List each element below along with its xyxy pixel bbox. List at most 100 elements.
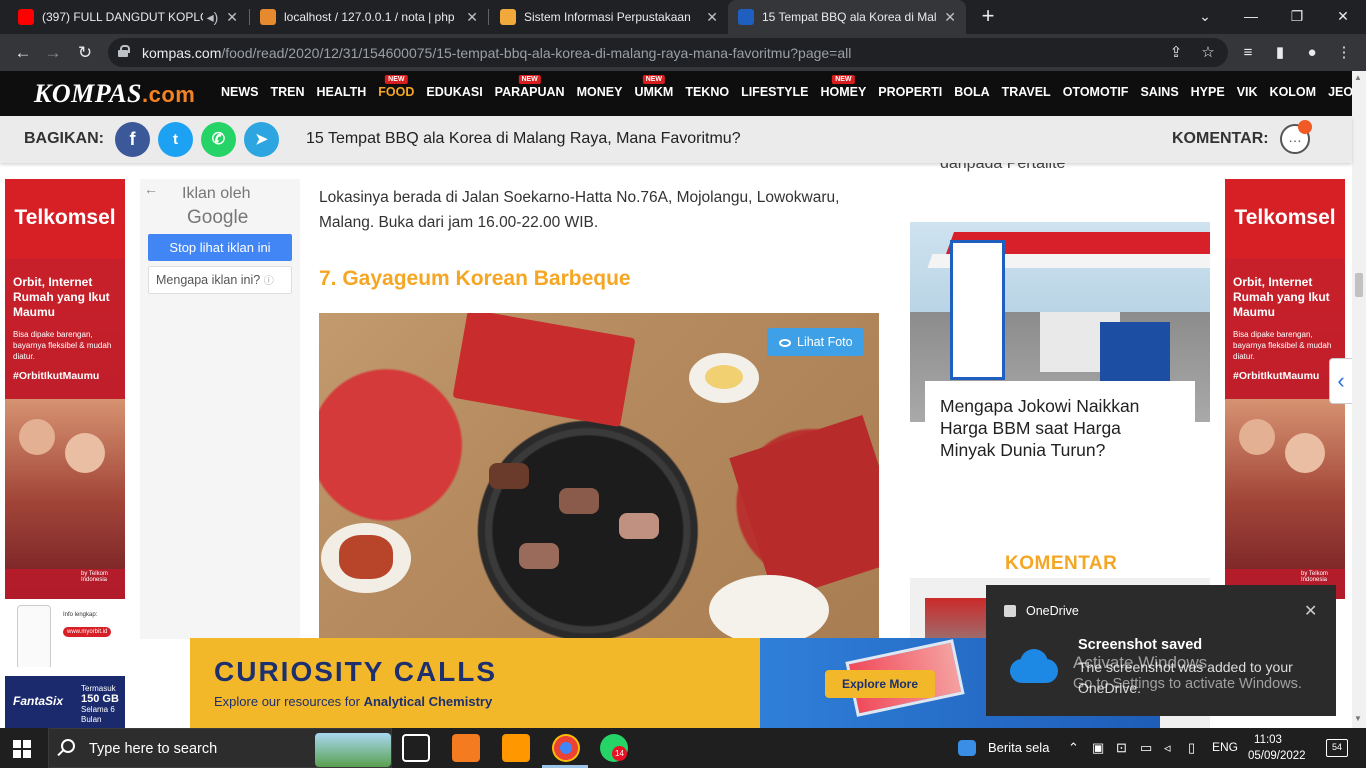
- fantasix-ad[interactable]: FantaSix Termasuk 150 GB Selama 6 Bulan: [5, 676, 125, 728]
- nav-item-tekno[interactable]: TEKNO: [685, 85, 729, 99]
- tab-kompas-active[interactable]: 15 Tempat BBQ ala Korea di Mala ✕: [728, 0, 966, 34]
- tab-perpustakaan[interactable]: Sistem Informasi Perpustakaan ✕: [490, 0, 728, 34]
- nav-item-food[interactable]: FOOD NEW: [378, 75, 414, 99]
- nav-item-vik[interactable]: VIK: [1237, 85, 1258, 99]
- page-scrollbar[interactable]: ▲ ▼: [1352, 71, 1366, 728]
- komentar-heading: KOMENTAR: [1005, 553, 1118, 574]
- whatsapp-icon[interactable]: ✆: [201, 122, 236, 157]
- new-tab-button[interactable]: +: [976, 4, 1000, 30]
- why-ad-button[interactable]: Mengapa iklan ini? ⓘ: [148, 266, 292, 294]
- speaker-icon[interactable]: ◂): [207, 9, 219, 26]
- article-photo[interactable]: [319, 313, 879, 643]
- news-card-title[interactable]: Mengapa Jokowi Naikkan Harga BBM saat Ha…: [925, 381, 1195, 471]
- close-tab-icon[interactable]: ✕: [944, 9, 956, 26]
- restore-button[interactable]: ❐: [1274, 0, 1320, 34]
- browser-toolbar: ← → ↻ kompas.com/food/read/2020/12/31/15…: [0, 34, 1366, 71]
- tab-phpmyadmin[interactable]: localhost / 127.0.0.1 / nota | php ✕: [250, 0, 488, 34]
- nav-item-hype[interactable]: HYPE: [1191, 85, 1225, 99]
- kompas-logo[interactable]: KOMPAS.com: [34, 79, 195, 109]
- language-indicator[interactable]: ENG: [1212, 740, 1238, 754]
- close-window-button[interactable]: ✕: [1320, 0, 1366, 34]
- nav-item-kolom[interactable]: KOLOM: [1270, 85, 1317, 99]
- scroll-thumb[interactable]: [1355, 273, 1363, 297]
- tab-search-icon[interactable]: ⌄: [1182, 0, 1228, 34]
- meat-piece: [559, 488, 599, 514]
- notification-center-icon[interactable]: 54: [1326, 739, 1348, 757]
- forward-button[interactable]: →: [40, 40, 66, 66]
- news-widget-label[interactable]: Berita sela: [988, 740, 1049, 755]
- news-widget-icon[interactable]: [958, 740, 976, 756]
- nav-item-umkm[interactable]: UMKM NEW: [634, 75, 673, 99]
- tray-app-icon[interactable]: ▣: [1092, 740, 1104, 756]
- task-view-icon[interactable]: [402, 734, 430, 762]
- ad-brand: Telkomsel: [1225, 179, 1345, 259]
- display-icon[interactable]: ▭: [1140, 740, 1152, 756]
- search-highlight-image[interactable]: [315, 733, 391, 767]
- bookmark-star-icon[interactable]: ☆: [1196, 41, 1220, 65]
- speaker-icon[interactable]: ◃: [1164, 740, 1171, 756]
- profile-avatar[interactable]: ●: [1300, 41, 1324, 65]
- telegram-icon[interactable]: ➤: [244, 122, 279, 157]
- stop-ad-button[interactable]: Stop lihat iklan ini: [148, 234, 292, 261]
- scroll-up-icon[interactable]: ▲: [1354, 73, 1362, 82]
- nav-item-health[interactable]: HEALTH: [317, 85, 367, 99]
- nav-item-lifestyle[interactable]: LIFESTYLE: [741, 85, 808, 99]
- close-tab-icon[interactable]: ✕: [706, 9, 718, 26]
- nav-item-otomotif[interactable]: OTOMOTIF: [1063, 85, 1129, 99]
- tab-youtube[interactable]: (397) FULL DANGDUT KOPLO ◂) ✕: [8, 0, 248, 34]
- nav-item-parapuan[interactable]: PARAPUAN NEW: [495, 75, 565, 99]
- side-panel-icon[interactable]: ▮: [1268, 41, 1292, 65]
- nav-item-bola[interactable]: BOLA: [954, 85, 989, 99]
- url-text[interactable]: kompas.com/food/read/2020/12/31/15460007…: [142, 45, 851, 61]
- ad-by-label: Iklan oleh: [182, 185, 251, 202]
- sublime-text-icon[interactable]: [502, 734, 530, 762]
- network-icon[interactable]: ⊡: [1116, 740, 1127, 756]
- nav-item-sains[interactable]: SAINS: [1140, 85, 1178, 99]
- logo-main-text: KOMPAS: [34, 79, 142, 108]
- site-header: KOMPAS.com NEWS TREN HEALTH FOOD NEW EDUKASI P…: [0, 71, 1366, 116]
- side-dish-bowl: [689, 353, 759, 403]
- twitter-icon[interactable]: t: [158, 122, 193, 157]
- phpmyadmin-icon: [260, 9, 276, 25]
- ad-info: Info lengkap:: [63, 612, 98, 618]
- fantasix-text2: 150 GB: [81, 693, 119, 705]
- nav-item-edukasi[interactable]: EDUKASI: [426, 85, 482, 99]
- scroll-down-icon[interactable]: ▼: [1354, 714, 1362, 723]
- minimize-button[interactable]: —: [1228, 0, 1274, 34]
- back-button[interactable]: ←: [10, 40, 36, 66]
- battery-icon[interactable]: ▯: [1188, 740, 1195, 756]
- facebook-icon[interactable]: f: [115, 122, 150, 157]
- nav-item-homey[interactable]: HOMEY NEW: [820, 75, 866, 99]
- telkomsel-ad-left[interactable]: Telkomsel Orbit, Internet Rumah yang Iku…: [5, 179, 125, 667]
- share-icon[interactable]: ⇪: [1164, 41, 1188, 65]
- close-tab-icon[interactable]: ✕: [466, 9, 478, 26]
- chevron-up-icon[interactable]: ⌃: [1068, 740, 1079, 756]
- back-arrow-icon[interactable]: ←: [144, 181, 158, 197]
- chrome-icon[interactable]: [552, 734, 580, 762]
- nav-item-tren[interactable]: TREN: [271, 85, 305, 99]
- onedrive-notification[interactable]: OneDrive ✕ Screenshot saved The screensh…: [986, 585, 1336, 716]
- nav-item-money[interactable]: MONEY: [577, 85, 623, 99]
- nav-item-label: JEO: [1328, 85, 1354, 99]
- windows-start-icon[interactable]: [13, 740, 31, 758]
- media-control-icon[interactable]: ≡: [1236, 41, 1260, 65]
- ad-body: Orbit, Internet Rumah yang Ikut Maumu Bi…: [5, 259, 125, 599]
- previous-card-snippet[interactable]: daripada Pertalite: [940, 163, 1065, 173]
- taskbar-search[interactable]: Type here to search: [48, 728, 392, 768]
- nav-item-travel[interactable]: TRAVEL: [1002, 85, 1051, 99]
- lock-icon[interactable]: [118, 45, 130, 57]
- clock[interactable]: 11:03 05/09/2022: [1248, 732, 1306, 764]
- reload-button[interactable]: ↻: [72, 40, 98, 66]
- nav-item-jeo[interactable]: JEO: [1328, 85, 1353, 99]
- close-tab-icon[interactable]: ✕: [226, 9, 238, 26]
- nav-item-properti[interactable]: PROPERTI: [878, 85, 942, 99]
- view-photo-button[interactable]: Lihat Foto: [767, 328, 864, 356]
- side-panel-toggle[interactable]: ‹: [1329, 358, 1352, 404]
- menu-kebab-icon[interactable]: ⋮: [1332, 41, 1356, 65]
- why-ad-label: Mengapa iklan ini?: [156, 273, 261, 287]
- close-icon[interactable]: ✕: [1304, 601, 1317, 621]
- xampp-icon[interactable]: [452, 734, 480, 762]
- explore-more-button[interactable]: Explore More: [825, 670, 935, 698]
- address-bar[interactable]: kompas.com/food/read/2020/12/31/15460007…: [108, 38, 1228, 67]
- nav-item-news[interactable]: NEWS: [221, 85, 259, 99]
